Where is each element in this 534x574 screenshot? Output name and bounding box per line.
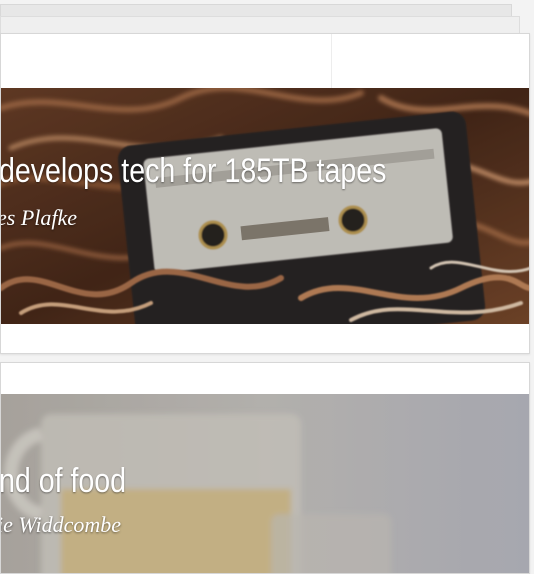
article-hero-image[interactable]: develops tech for 185TB tapes es Plafke xyxy=(1,88,529,324)
article-card[interactable]: develops tech for 185TB tapes es Plafke xyxy=(0,33,530,354)
cassette-tape-image xyxy=(1,88,529,324)
article-byline: es Plafke xyxy=(1,205,78,230)
card-header xyxy=(1,363,529,395)
card-header xyxy=(1,34,529,89)
header-divider xyxy=(331,34,332,88)
article-byline: ie Widdcombe xyxy=(1,512,122,537)
article-card[interactable]: nd of food ie Widdcombe xyxy=(0,362,530,574)
article-headline[interactable]: nd of food xyxy=(1,462,126,501)
article-headline[interactable]: develops tech for 185TB tapes xyxy=(1,152,386,191)
article-hero-image[interactable]: nd of food ie Widdcombe xyxy=(1,394,529,573)
stacked-card-shadow xyxy=(0,16,520,33)
